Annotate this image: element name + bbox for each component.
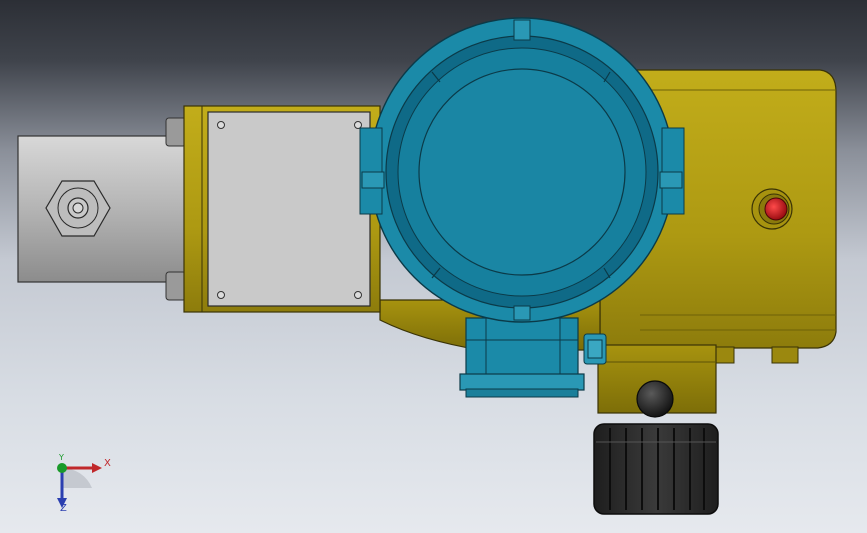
actuator-model[interactable] xyxy=(0,0,867,533)
axis-x-label: X xyxy=(104,458,111,469)
handwheel[interactable] xyxy=(593,423,719,515)
cover-plate[interactable] xyxy=(207,111,371,307)
black-knob[interactable] xyxy=(636,380,674,418)
cad-viewport[interactable]: X Y Z xyxy=(0,0,867,533)
coordinate-triad: X Y Z xyxy=(40,450,130,520)
input-shaft-housing[interactable] xyxy=(17,117,187,301)
red-indicator-button[interactable] xyxy=(751,188,793,230)
triad-axes-icon xyxy=(57,463,102,508)
axis-y-label: Y xyxy=(59,453,64,462)
axis-z-label: Z xyxy=(60,503,67,514)
